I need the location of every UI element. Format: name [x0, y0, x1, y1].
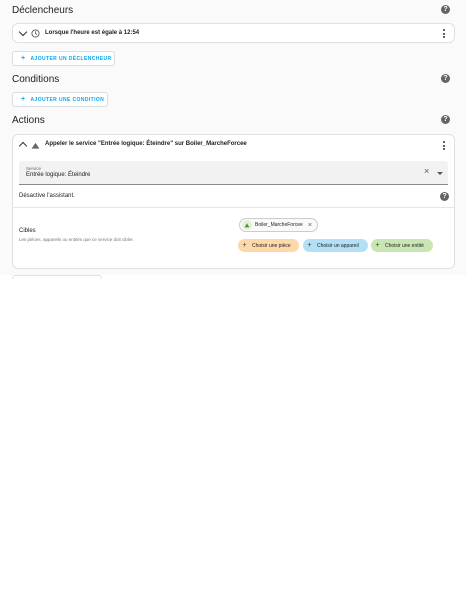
help-icon[interactable]: ? [440, 192, 449, 201]
chevron-down-icon[interactable] [18, 27, 28, 37]
home-assistant-icon [242, 220, 252, 230]
actions-title: Actions [12, 115, 45, 126]
dots-vertical-icon[interactable] [443, 29, 446, 40]
plus-icon: + [242, 242, 247, 249]
clear-icon[interactable]: × [424, 167, 429, 176]
choose-device-button[interactable]: + Choisir un appareil [303, 239, 368, 252]
add-condition-label: AJOUTER UNE CONDITION [30, 96, 105, 103]
targets-title: Cibles [19, 228, 36, 234]
plus-icon: + [21, 96, 26, 103]
add-action-button[interactable] [12, 275, 102, 279]
choose-device-label: Choisir un appareil [317, 242, 359, 249]
choose-area-button[interactable]: + Choisir une pièce [238, 239, 299, 252]
target-chip[interactable]: Boiler_MarcheForcee × [239, 218, 318, 232]
help-icon[interactable]: ? [441, 115, 450, 124]
remove-icon[interactable]: × [308, 222, 312, 229]
add-condition-button[interactable]: + AJOUTER UNE CONDITION [12, 92, 108, 107]
choose-entity-label: Choisir une entité [385, 242, 424, 249]
home-assistant-icon [31, 142, 40, 149]
dots-vertical-icon[interactable] [443, 141, 446, 152]
targets-description: Les pièces, appareils ou entités que ce … [19, 237, 134, 242]
choose-entity-button[interactable]: + Choisir une entité [371, 239, 433, 252]
action-label: Appeler le service "Entrée logique: Étei… [45, 141, 247, 147]
plus-icon: + [307, 242, 312, 249]
triggers-title: Déclencheurs [12, 5, 74, 16]
service-field-label: Service [26, 166, 42, 171]
conditions-title: Conditions [12, 74, 60, 85]
plus-icon: + [375, 242, 380, 249]
service-select[interactable]: Service Entrée logique: Éteindre × [19, 161, 448, 185]
add-trigger-button[interactable]: + AJOUTER UN DÉCLENCHEUR [12, 51, 115, 66]
add-trigger-label: AJOUTER UN DÉCLENCHEUR [30, 55, 112, 62]
service-field-value: Entrée logique: Éteindre [26, 172, 91, 178]
choose-area-label: Choisir une pièce [252, 242, 291, 249]
trigger-card[interactable]: Lorsque l'heure est égale à 12:54 [12, 23, 455, 43]
help-icon[interactable]: ? [441, 5, 450, 14]
divider [13, 207, 454, 208]
trigger-label: Lorsque l'heure est égale à 12:54 [45, 30, 140, 36]
clock-icon [31, 29, 40, 38]
plus-icon: + [21, 55, 26, 62]
dropdown-arrow-icon[interactable] [437, 172, 443, 175]
chevron-up-icon[interactable] [18, 141, 28, 151]
help-icon[interactable]: ? [441, 74, 450, 83]
service-description: Désactive l'assistant. [19, 193, 75, 199]
target-chip-label: Boiler_MarcheForcee [255, 222, 303, 228]
